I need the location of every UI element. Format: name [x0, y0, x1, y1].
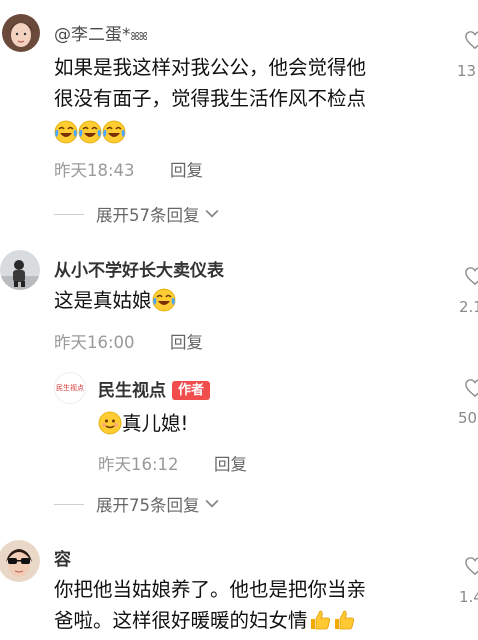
comment-username[interactable]: 从小不学好长大卖仪表	[54, 256, 224, 281]
comment-text: 这是真姑娘	[54, 285, 176, 316]
like-count: 2.1	[459, 298, 478, 316]
avatar-logo-text: 民生视点	[56, 384, 84, 392]
reply-button[interactable]: 回复	[170, 329, 203, 353]
like-count: 50	[458, 409, 478, 427]
like-count: 13	[457, 62, 477, 80]
reply-time: 昨天16:12	[98, 455, 179, 474]
comment-time: 昨天18:43	[54, 161, 135, 180]
avatar[interactable]	[0, 540, 40, 582]
comment-text-content: 爸啦。这样很好暖暖的妇女情	[54, 609, 308, 632]
heart-outline-icon[interactable]	[464, 266, 478, 286]
author-badge: 作者	[172, 381, 211, 400]
comment-username[interactable]: 容	[54, 545, 71, 570]
comment-username[interactable]: @李二蛋*ꕤꕤ	[54, 20, 148, 45]
thumbs-up-emoji	[332, 608, 356, 632]
smile-emoji	[98, 411, 122, 435]
avatar[interactable]: 民生视点	[54, 372, 86, 404]
comment-time: 昨天16:00	[54, 333, 135, 352]
comment-text-line: 很没有面子，觉得我生活作风不检点	[54, 87, 367, 110]
tears-of-joy-emoji	[152, 288, 176, 312]
reply-text: 真儿媳!	[98, 408, 188, 439]
comment-text: 如果是我这样对我公公，他会觉得他 很没有面子，觉得我生活作风不检点	[54, 52, 366, 151]
like-count: 1.4	[459, 588, 478, 606]
heart-outline-icon[interactable]	[464, 30, 478, 50]
username-text: 民生视点	[98, 381, 166, 401]
comment-text: 你把他当姑娘养了。他也是把你当亲 爸啦。这样很好暖暖的妇女情	[54, 574, 366, 636]
comment-text-line: 如果是我这样对我公公，他会觉得他	[54, 56, 367, 79]
reply-button[interactable]: 回复	[170, 157, 203, 181]
thumbs-up-emoji	[308, 608, 332, 632]
comment-text-content: 这是真姑娘	[54, 289, 152, 312]
avatar[interactable]	[0, 250, 40, 290]
heart-outline-icon[interactable]	[464, 556, 478, 576]
reply-text-content: 真儿媳!	[122, 412, 189, 435]
username-text: @李二蛋*	[54, 25, 131, 45]
comment-text-line-with-emoji: 爸啦。这样很好暖暖的妇女情	[54, 605, 366, 636]
avatar[interactable]	[2, 14, 40, 52]
username-suffix: ꕤꕤ	[130, 30, 148, 43]
tears-of-joy-emoji	[102, 120, 126, 144]
expand-replies-button[interactable]: 展开57条回复	[54, 202, 219, 226]
tears-of-joy-emoji	[54, 120, 78, 144]
comment-text-line: 你把他当姑娘养了。他也是把你当亲	[54, 578, 367, 601]
chevron-down-icon	[205, 209, 219, 219]
chevron-down-icon	[205, 499, 219, 509]
heart-outline-icon[interactable]	[464, 378, 478, 398]
reply-button[interactable]: 回复	[214, 451, 247, 475]
reply-username[interactable]: 民生视点 作者	[98, 376, 211, 401]
divider-line	[54, 503, 84, 505]
expand-replies-label: 展开75条回复	[96, 496, 200, 515]
emoji-row	[54, 114, 366, 151]
tears-of-joy-emoji	[78, 120, 102, 144]
expand-replies-label: 展开57条回复	[96, 206, 200, 225]
expand-replies-button[interactable]: 展开75条回复	[54, 492, 219, 516]
divider-line	[54, 213, 84, 215]
